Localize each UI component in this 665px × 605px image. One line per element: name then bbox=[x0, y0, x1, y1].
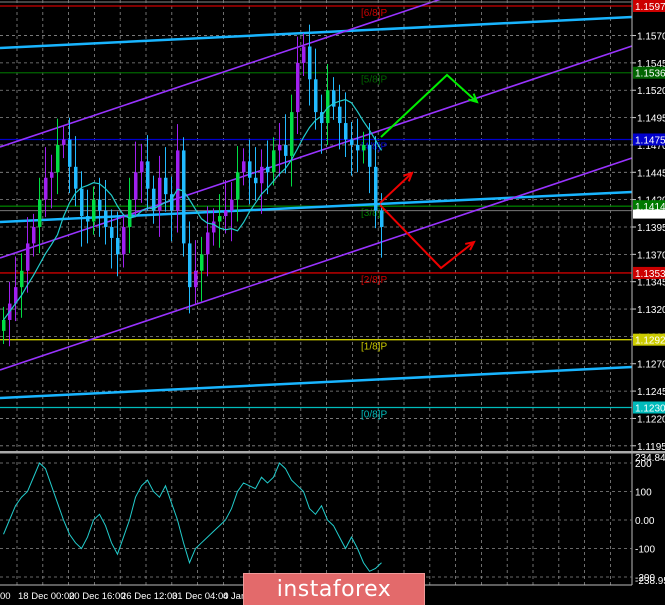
chart-window: 1.15701.15451.15201.14951.14701.14451.14… bbox=[0, 0, 665, 605]
candle-body bbox=[236, 172, 240, 200]
candle-body bbox=[56, 144, 60, 173]
candle-body bbox=[98, 199, 102, 211]
candle-body bbox=[182, 150, 186, 244]
price-tick-label: 1.1445 bbox=[637, 168, 665, 179]
candle-body bbox=[134, 172, 138, 200]
candle-body bbox=[92, 199, 96, 222]
murrey-level-label: [0/8]P bbox=[361, 409, 387, 420]
candle-body bbox=[266, 166, 270, 173]
candle-body bbox=[290, 112, 294, 156]
candle-body bbox=[146, 161, 150, 189]
forecast-arrow-down bbox=[379, 204, 475, 270]
price-tick-label: 1.1570 bbox=[637, 32, 665, 43]
candle-body bbox=[44, 177, 48, 200]
candle-body bbox=[206, 232, 210, 255]
candle-body bbox=[350, 139, 354, 145]
murrey-level-label: [2/8]P bbox=[361, 275, 387, 286]
price-tick-label: 1.1320 bbox=[637, 305, 665, 316]
candle-body bbox=[62, 139, 66, 145]
candle-body bbox=[152, 188, 156, 211]
candle-body bbox=[20, 270, 24, 288]
candle-body bbox=[254, 177, 258, 184]
panel-separator bbox=[0, 451, 665, 454]
candle-body bbox=[188, 243, 192, 288]
price-tag-label: 1.1353 bbox=[635, 269, 665, 280]
candle-body bbox=[302, 46, 306, 63]
murrey-level-label: [5/8]P bbox=[361, 75, 387, 86]
candle-body bbox=[308, 46, 312, 80]
candle-body bbox=[140, 161, 144, 173]
candle-body bbox=[362, 144, 366, 151]
price-tag-label: 1.1597 bbox=[635, 2, 665, 13]
candle-body bbox=[374, 166, 378, 211]
candle-body bbox=[344, 123, 348, 140]
price-tag-label: 1.1536 bbox=[635, 69, 665, 80]
trend-line bbox=[0, 365, 633, 400]
candle-body bbox=[74, 166, 78, 189]
forecast-arrow-short bbox=[379, 172, 413, 204]
time-axis-label: 20 Dec 16:00 bbox=[69, 591, 126, 602]
indicator-min-label: -238.9559 bbox=[635, 576, 665, 587]
cci-line bbox=[3, 462, 382, 572]
price-tick-label: 1.1245 bbox=[637, 387, 665, 398]
current-price-label: 1.1410 bbox=[635, 210, 665, 221]
candle-body bbox=[284, 144, 288, 156]
murrey-level-label: [6/8]P bbox=[361, 8, 387, 19]
candle-body bbox=[230, 199, 234, 211]
candle-body bbox=[296, 62, 300, 113]
time-axis-label: 18 Dec 00:00 bbox=[18, 591, 75, 602]
candle-body bbox=[176, 150, 180, 211]
time-axis-label: 31 Dec 04:00 bbox=[172, 591, 229, 602]
candle-body bbox=[242, 161, 246, 173]
price-tick-label: 1.1495 bbox=[637, 114, 665, 125]
price-tick-label: 1.1220 bbox=[637, 414, 665, 425]
candle-body bbox=[164, 177, 168, 195]
instaforex-logo: instaforex bbox=[243, 573, 425, 605]
candle-body bbox=[338, 106, 342, 124]
candle-body bbox=[110, 226, 114, 238]
candle-body bbox=[50, 172, 54, 178]
candle-body bbox=[314, 79, 318, 113]
price-tag-label: 1.1230 bbox=[635, 403, 665, 414]
indicator-max-label: 234.8491 bbox=[635, 453, 665, 464]
chart-canvas[interactable]: 1.15701.15451.15201.14951.14701.14451.14… bbox=[0, 0, 665, 605]
murrey-level-label: [1/8]P bbox=[361, 342, 387, 353]
candle-body bbox=[224, 210, 228, 217]
candle-body bbox=[260, 166, 264, 184]
candle-body bbox=[122, 226, 126, 255]
candle-body bbox=[200, 254, 204, 271]
candle-body bbox=[356, 144, 360, 151]
candle-body bbox=[32, 226, 36, 244]
candle-body bbox=[80, 188, 84, 217]
candle-body bbox=[86, 216, 90, 222]
candle-body bbox=[380, 210, 384, 227]
candle-body bbox=[116, 237, 120, 255]
price-tick-label: 1.1520 bbox=[637, 86, 665, 97]
candle-body bbox=[212, 221, 216, 233]
indicator-tick-label: 100 bbox=[635, 488, 652, 499]
candle-body bbox=[68, 139, 72, 167]
moving-average-line bbox=[3, 98, 383, 321]
candle-body bbox=[368, 144, 372, 167]
candle-body bbox=[26, 243, 30, 271]
time-axis-label: 00 bbox=[0, 591, 11, 602]
candle-body bbox=[2, 319, 6, 331]
candle-body bbox=[278, 144, 282, 151]
candle-body bbox=[272, 150, 276, 173]
candle-body bbox=[38, 199, 42, 227]
price-tag-label: 1.1292 bbox=[635, 336, 665, 347]
price-tick-label: 1.1370 bbox=[637, 250, 665, 261]
candle-body bbox=[194, 270, 198, 288]
candle-body bbox=[104, 210, 108, 227]
indicator-tick-label: -100 bbox=[635, 545, 655, 556]
price-tick-label: 1.1395 bbox=[637, 223, 665, 234]
price-tag-label: 1.1475 bbox=[635, 135, 665, 146]
candle-body bbox=[248, 161, 252, 178]
price-tick-label: 1.1270 bbox=[637, 360, 665, 371]
candle-body bbox=[128, 199, 132, 227]
candle-body bbox=[218, 216, 222, 222]
forecast-arrow-up bbox=[380, 73, 478, 138]
time-axis-label: 26 Dec 12:00 bbox=[121, 591, 178, 602]
indicator-tick-label: 0.00 bbox=[635, 516, 655, 527]
